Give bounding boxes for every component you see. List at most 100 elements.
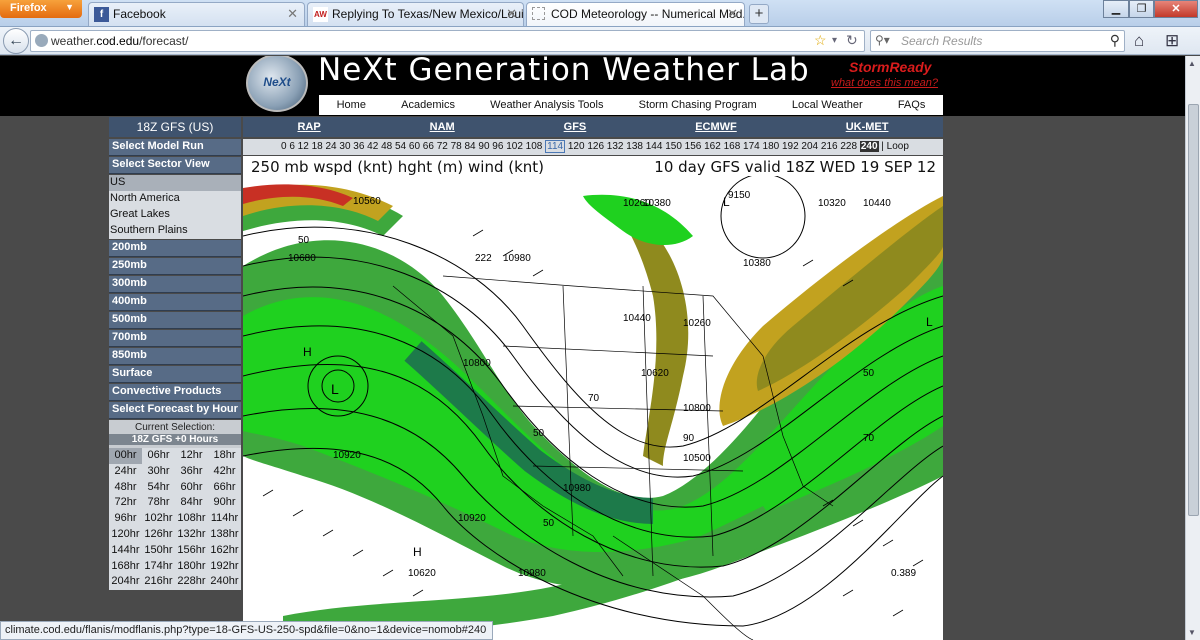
scroll-up-icon[interactable]: ▲ <box>1188 59 1196 68</box>
hour-links[interactable]: 120 126 132 138 144 150 156 162 168 174 … <box>568 141 857 152</box>
forecast-hour-link[interactable]: 66hr <box>208 480 241 496</box>
nav-academics[interactable]: Academics <box>401 99 455 111</box>
forecast-hour-link[interactable]: 78hr <box>142 495 175 511</box>
forecast-hour-link[interactable]: 132hr <box>175 527 208 543</box>
model-gfs[interactable]: GFS <box>564 121 587 133</box>
forecast-hour-link[interactable]: 180hr <box>175 559 208 575</box>
forecast-hour-link[interactable]: 96hr <box>109 511 142 527</box>
forecast-hour-link[interactable]: 114hr <box>208 511 241 527</box>
forecast-hour-link[interactable]: 36hr <box>175 464 208 480</box>
forecast-hour-link[interactable]: 84hr <box>175 495 208 511</box>
nav-weather-analysis-tools[interactable]: Weather Analysis Tools <box>490 99 603 111</box>
model-ecmwf[interactable]: ECMWF <box>695 121 737 133</box>
nav-local-weather[interactable]: Local Weather <box>792 99 863 111</box>
sector-great-lakes[interactable]: Great Lakes <box>109 207 241 223</box>
model-rap[interactable]: RAP <box>297 121 320 133</box>
level-300mb[interactable]: 300mb <box>109 276 241 293</box>
sector-us[interactable]: US <box>109 175 241 191</box>
forecast-hour-link[interactable]: 06hr <box>142 448 175 464</box>
scroll-down-icon[interactable]: ▼ <box>1188 628 1196 637</box>
forecast-hour-link[interactable]: 42hr <box>208 464 241 480</box>
model-ukmet[interactable]: UK-MET <box>846 121 889 133</box>
forecast-hour-link[interactable]: 102hr <box>142 511 175 527</box>
forecast-hour-link[interactable]: 162hr <box>208 543 241 559</box>
forecast-hour-link[interactable]: 150hr <box>142 543 175 559</box>
home-icon[interactable]: ⌂ <box>1134 31 1144 51</box>
nav-home[interactable]: Home <box>337 99 366 111</box>
url-input[interactable]: weather.cod.edu/forecast/ ☆ ▾ ↻ <box>30 30 865 52</box>
hour-links[interactable]: 0 6 12 18 24 30 36 42 48 54 60 66 72 78 … <box>281 141 542 152</box>
vertical-scrollbar[interactable]: ▲ ▼ <box>1185 56 1200 640</box>
sector-southern-plains[interactable]: Southern Plains <box>109 223 241 239</box>
forecast-hour-link[interactable]: 174hr <box>142 559 175 575</box>
stormready-link[interactable]: what does this mean? <box>831 77 938 89</box>
forecast-hour-link[interactable]: 138hr <box>208 527 241 543</box>
forecast-hour-link[interactable]: 228hr <box>175 574 208 590</box>
nav-storm-chasing-program[interactable]: Storm Chasing Program <box>639 99 757 111</box>
forecast-hour-link[interactable]: 192hr <box>208 559 241 575</box>
addon-bar-icon[interactable]: ⊞ <box>1165 31 1179 51</box>
back-arrow-icon[interactable]: ← <box>3 28 29 54</box>
level-200mb[interactable]: 200mb <box>109 240 241 257</box>
search-icon[interactable]: ⚲ <box>1110 32 1120 49</box>
tab-cod-meteorology[interactable]: COD Meteorology -- Numerical Mod... ✕ <box>526 2 745 26</box>
next-lab-logo[interactable]: NeXt <box>246 56 308 112</box>
history-dropdown-icon[interactable]: ▾ <box>832 35 837 46</box>
forecast-hour-link[interactable]: 108hr <box>175 511 208 527</box>
window-close-button[interactable]: ✕ <box>1154 0 1198 18</box>
select-forecast-hour-button[interactable]: Select Forecast by Hour <box>109 402 241 419</box>
forecast-hour-bar: 0 6 12 18 24 30 36 42 48 54 60 66 72 78 … <box>243 139 943 155</box>
forecast-hour-link[interactable]: 216hr <box>142 574 175 590</box>
select-sector-button[interactable]: Select Sector View <box>109 157 241 174</box>
hour-link-current[interactable]: 114 <box>545 140 566 153</box>
search-engine-icon[interactable]: ⚲▾ <box>875 33 890 47</box>
map-title: 250 mb wspd (knt) hght (m) wind (knt) <box>251 158 545 176</box>
level-400mb[interactable]: 400mb <box>109 294 241 311</box>
nav-faqs[interactable]: FAQs <box>898 99 926 111</box>
scroll-thumb[interactable] <box>1188 104 1199 516</box>
forecast-hour-link[interactable]: 12hr <box>175 448 208 464</box>
chevron-down-icon: ▼ <box>65 2 74 12</box>
level-700mb[interactable]: 700mb <box>109 330 241 347</box>
forecast-hour-link[interactable]: 54hr <box>142 480 175 496</box>
forecast-hour-link[interactable]: 90hr <box>208 495 241 511</box>
convective-products-button[interactable]: Convective Products <box>109 384 241 401</box>
level-surface[interactable]: Surface <box>109 366 241 383</box>
forecast-hour-link[interactable]: 60hr <box>175 480 208 496</box>
forecast-hour-link[interactable]: 48hr <box>109 480 142 496</box>
firefox-menu-button[interactable]: Firefox ▼ <box>0 0 82 18</box>
level-850mb[interactable]: 850mb <box>109 348 241 365</box>
forecast-hour-link[interactable]: 120hr <box>109 527 142 543</box>
close-icon[interactable]: ✕ <box>287 6 298 22</box>
search-input[interactable]: ⚲▾ Search Results ⚲ <box>870 30 1125 52</box>
forecast-hour-link[interactable]: 00hr <box>109 448 142 464</box>
stormready-logo[interactable]: StormReady <box>849 59 931 75</box>
tab-facebook[interactable]: f Facebook ✕ <box>88 2 305 26</box>
forecast-hour-link[interactable]: 156hr <box>175 543 208 559</box>
maximize-button[interactable]: ❐ <box>1129 0 1154 18</box>
new-tab-button[interactable]: + <box>749 4 769 24</box>
hour-link-selected[interactable]: 240 <box>859 141 879 152</box>
forecast-hour-link[interactable]: 126hr <box>142 527 175 543</box>
sector-north-america[interactable]: North America <box>109 191 241 207</box>
close-icon[interactable]: ✕ <box>727 6 738 22</box>
forecast-hour-link[interactable]: 168hr <box>109 559 142 575</box>
close-icon[interactable]: ✕ <box>506 6 517 22</box>
loop-link[interactable]: | Loop <box>881 141 909 152</box>
minimize-button[interactable]: ▁ <box>1103 0 1129 18</box>
model-nam[interactable]: NAM <box>430 121 455 133</box>
select-model-run-button[interactable]: Select Model Run <box>109 139 241 156</box>
forecast-hour-link[interactable]: 30hr <box>142 464 175 480</box>
forecast-hour-link[interactable]: 72hr <box>109 495 142 511</box>
reload-icon[interactable]: ↻ <box>846 32 858 49</box>
forecast-hour-link[interactable]: 204hr <box>109 574 142 590</box>
forecast-hour-link[interactable]: 144hr <box>109 543 142 559</box>
current-selection: Current Selection: 18Z GFS +0 Hours <box>109 420 241 448</box>
tab-americanwx[interactable]: AW Replying To Texas/New Mexico/Louis...… <box>307 2 524 26</box>
forecast-hour-link[interactable]: 18hr <box>208 448 241 464</box>
bookmark-star-icon[interactable]: ☆ <box>814 32 827 49</box>
level-500mb[interactable]: 500mb <box>109 312 241 329</box>
level-250mb[interactable]: 250mb <box>109 258 241 275</box>
forecast-hour-link[interactable]: 240hr <box>208 574 241 590</box>
forecast-hour-link[interactable]: 24hr <box>109 464 142 480</box>
